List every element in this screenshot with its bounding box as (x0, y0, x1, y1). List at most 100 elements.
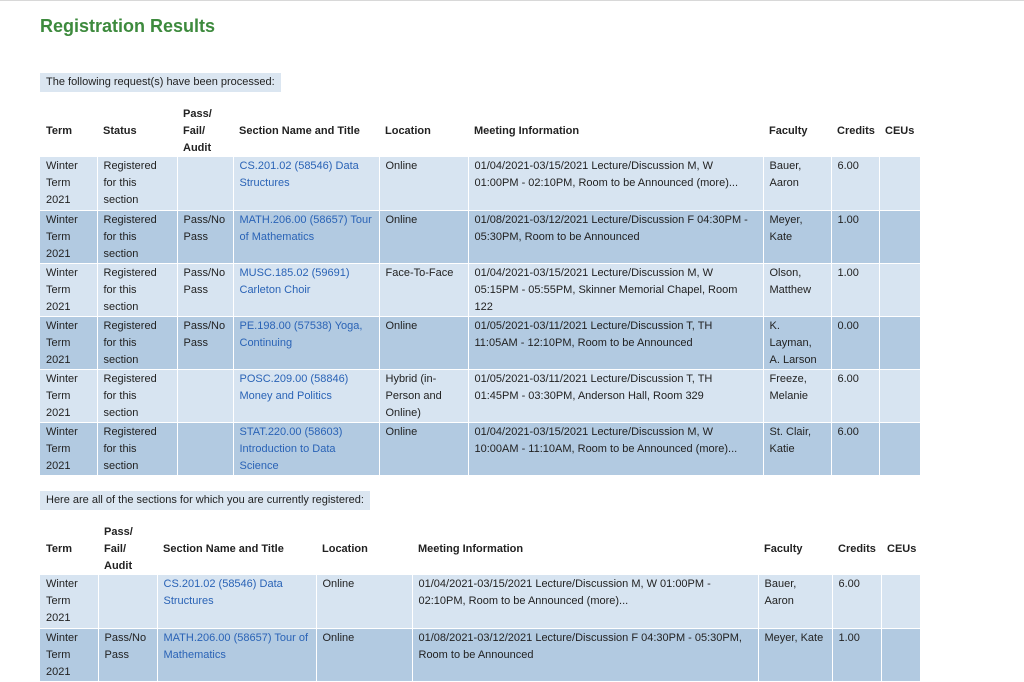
header-ceus: CEUs (879, 105, 920, 157)
cell-section: CS.201.02 (58546) Data Structures (157, 575, 317, 629)
processed-banner: The following request(s) have been proce… (40, 73, 281, 92)
table-row: Winter Term 2021 Registered for this sect… (40, 263, 921, 317)
cell-location: Hybrid (in-Person and Online) (379, 369, 469, 423)
cell-term: Winter Term 2021 (40, 422, 98, 476)
cell-credits: 6.00 (832, 575, 882, 629)
registered-sections-table: Term Pass/ Fail/ Audit Section Name and … (40, 523, 921, 682)
cell-term: Winter Term 2021 (40, 157, 98, 211)
cell-status: Registered for this section (97, 157, 178, 211)
cell-section: MATH.206.00 (58657) Tour of Mathematics (233, 210, 380, 264)
cell-ceus (879, 263, 921, 317)
header-faculty: Faculty (758, 523, 832, 575)
cell-pass-fail (177, 369, 234, 423)
top-divider (0, 0, 1024, 1)
header-status: Status (97, 105, 177, 157)
section-link[interactable]: PE.198.00 (57538) Yoga, Continuing (240, 320, 363, 349)
cell-meeting: 01/08/2021-03/12/2021 Lecture/Discussion… (468, 210, 764, 264)
table-row: Winter Term 2021 Registered for this sect… (40, 369, 921, 423)
page-title: Registration Results (40, 16, 216, 36)
header-meeting: Meeting Information (412, 523, 758, 575)
cell-faculty: St. Clair, Katie (763, 422, 832, 476)
table-row: Winter Term 2021 Registered for this sect… (40, 157, 921, 211)
header-credits: Credits (831, 105, 879, 157)
cell-term: Winter Term 2021 (40, 316, 98, 370)
cell-location: Online (379, 210, 469, 264)
cell-term: Winter Term 2021 (40, 575, 99, 629)
section-link[interactable]: MUSC.185.02 (59691) Carleton Choir (240, 267, 350, 296)
cell-location: Online (316, 575, 413, 629)
cell-pass-fail: Pass/No Pass (177, 316, 234, 370)
cell-status: Registered for this section (97, 369, 178, 423)
cell-status: Registered for this section (97, 263, 178, 317)
registered-banner: Here are all of the sections for which y… (40, 491, 370, 510)
registered-header-row: Term Pass/ Fail/ Audit Section Name and … (40, 523, 920, 575)
cell-meeting: 01/04/2021-03/15/2021 Lecture/Discussion… (468, 422, 764, 476)
section-link[interactable]: CS.201.02 (58546) Data Structures (240, 160, 359, 189)
cell-status: Registered for this section (97, 316, 178, 370)
cell-section: PE.198.00 (57538) Yoga, Continuing (233, 316, 380, 370)
section-link[interactable]: MATH.206.00 (58657) Tour of Mathematics (240, 214, 372, 243)
cell-pass-fail: Pass/No Pass (177, 263, 234, 317)
header-section: Section Name and Title (233, 105, 379, 157)
header-pass-fail-audit: Pass/ Fail/ Audit (98, 523, 157, 575)
cell-ceus (879, 210, 921, 264)
header-location: Location (379, 105, 468, 157)
cell-meeting: 01/05/2021-03/11/2021 Lecture/Discussion… (468, 316, 764, 370)
cell-faculty: Bauer, Aaron (763, 157, 832, 211)
cell-faculty: Olson, Matthew (763, 263, 832, 317)
table-row: Winter Term 2021 CS.201.02 (58546) Data S… (40, 575, 921, 629)
cell-section: STAT.220.00 (58603) Introduction to Data… (233, 422, 380, 476)
cell-location: Face-To-Face (379, 263, 469, 317)
cell-meeting: 01/04/2021-03/15/2021 Lecture/Discussion… (468, 263, 764, 317)
cell-meeting: 01/05/2021-03/11/2021 Lecture/Discussion… (468, 369, 764, 423)
cell-credits: 1.00 (831, 263, 880, 317)
processed-results-table: Term Status Pass/ Fail/ Audit Section Na… (40, 105, 921, 476)
cell-meeting: 01/04/2021-03/15/2021 Lecture/Discussion… (468, 157, 764, 211)
header-meeting: Meeting Information (468, 105, 763, 157)
table-row: Winter Term 2021 Registered for this sect… (40, 210, 921, 264)
cell-location: Online (379, 316, 469, 370)
cell-ceus (879, 157, 921, 211)
header-pass-fail-audit: Pass/ Fail/ Audit (177, 105, 233, 157)
cell-status: Registered for this section (97, 210, 178, 264)
header-credits: Credits (832, 523, 881, 575)
header-term: Term (40, 105, 97, 157)
cell-location: Online (379, 157, 469, 211)
cell-pass-fail: Pass/No Pass (177, 210, 234, 264)
cell-pass-fail (98, 575, 158, 629)
cell-credits: 6.00 (831, 157, 880, 211)
cell-credits: 1.00 (831, 210, 880, 264)
cell-meeting: 01/04/2021-03/15/2021 Lecture/Discussion… (412, 575, 759, 629)
processed-header-row: Term Status Pass/ Fail/ Audit Section Na… (40, 105, 920, 157)
cell-section: POSC.209.00 (58846) Money and Politics (233, 369, 380, 423)
header-term: Term (40, 523, 98, 575)
cell-location: Online (379, 422, 469, 476)
header-location: Location (316, 523, 412, 575)
cell-credits: 6.00 (831, 369, 880, 423)
cell-faculty: Bauer, Aaron (758, 575, 833, 629)
cell-credits: 6.00 (831, 422, 880, 476)
header-faculty: Faculty (763, 105, 831, 157)
cell-pass-fail (177, 157, 234, 211)
cell-term: Winter Term 2021 (40, 369, 98, 423)
section-link[interactable]: POSC.209.00 (58846) Money and Politics (240, 373, 349, 402)
cell-section: MUSC.185.02 (59691) Carleton Choir (233, 263, 380, 317)
section-link[interactable]: CS.201.02 (58546) Data Structures (164, 578, 283, 607)
cell-term: Winter Term 2021 (40, 263, 98, 317)
cell-ceus (879, 369, 921, 423)
header-section: Section Name and Title (157, 523, 316, 575)
cell-status: Registered for this section (97, 422, 178, 476)
cell-ceus (879, 422, 921, 476)
cell-faculty: K. Layman, A. Larson (763, 316, 832, 370)
header-ceus: CEUs (881, 523, 920, 575)
cell-faculty: Meyer, Kate (763, 210, 832, 264)
cell-term: Winter Term 2021 (40, 210, 98, 264)
section-link[interactable]: STAT.220.00 (58603) Introduction to Data… (240, 426, 343, 472)
cell-ceus (879, 316, 921, 370)
cell-section: CS.201.02 (58546) Data Structures (233, 157, 380, 211)
table-row: Winter Term 2021 Registered for this sect… (40, 422, 921, 476)
table-row: Winter Term 2021 Registered for this sect… (40, 316, 921, 370)
cell-credits: 0.00 (831, 316, 880, 370)
cell-ceus (881, 575, 921, 629)
cell-pass-fail (177, 422, 234, 476)
